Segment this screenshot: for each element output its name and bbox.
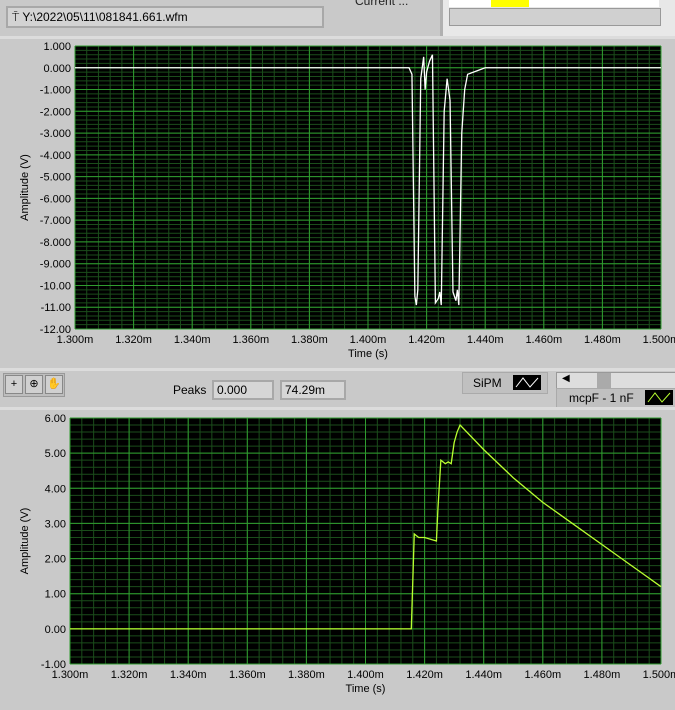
y-tick-label: -10.00 [40, 280, 71, 292]
x-tick-label: 1.420m [408, 334, 445, 346]
x-tick-label: 1.420m [406, 669, 443, 681]
y-tick-label: 0.000 [43, 63, 71, 75]
x-tick-label: 1.400m [347, 669, 384, 681]
x-tick-label: 1.500m [643, 669, 675, 681]
y-tick-label: 4.00 [45, 483, 66, 495]
table-control[interactable] [440, 0, 675, 36]
path-icon: ⍑ [12, 10, 23, 24]
y-tick-label: 1.000 [43, 41, 71, 53]
cursor-tool-icon[interactable]: + [5, 375, 23, 394]
graph-palette: + ⊕ ✋ [3, 373, 65, 397]
x-tick-label: 1.500m [643, 334, 675, 346]
y-tick-label: -1.00 [41, 659, 66, 671]
peaks-label: Peaks [173, 383, 207, 397]
y-tick-label: -12.00 [40, 324, 71, 336]
y-tick-label: 3.00 [45, 518, 66, 530]
x-tick-label: 1.400m [350, 334, 387, 346]
y-tick-label: -11.00 [41, 302, 71, 314]
x-tick-label: 1.360m [229, 669, 266, 681]
x-tick-label: 1.460m [525, 334, 562, 346]
y-tick-label: -1.000 [40, 85, 71, 97]
current-label: Current ... [355, 0, 409, 8]
graph-svg: 1.300m 1.320m 1.340m 1.360m 1.380m 1.400m 1.42… [19, 413, 675, 695]
waveform-graph-mcpf[interactable]: 1.300m 1.320m 1.340m 1.360m 1.380m 1.400m 1.42… [0, 410, 675, 707]
y-tick-label: -4.000 [40, 150, 71, 162]
x-tick-label: 1.460m [524, 669, 561, 681]
x-tick-label: 1.340m [174, 334, 211, 346]
graph-svg: 1.300m 1.320m 1.340m 1.360m 1.380m 1.400m 1.42… [19, 41, 675, 360]
zoom-tool-icon[interactable]: ⊕ [25, 375, 43, 394]
table-cells[interactable] [449, 0, 659, 7]
x-tick-label: 1.480m [584, 334, 621, 346]
legend-scrollbar[interactable]: ◀ [556, 372, 675, 389]
x-tick-label: 1.360m [232, 334, 269, 346]
divider [0, 368, 675, 371]
file-path-text: Y:\2022\05\11\081841.661.wfm [22, 10, 188, 24]
x-tick-label: 1.320m [115, 334, 152, 346]
scrollbar-thumb[interactable] [597, 373, 611, 388]
y-tick-label: -6.000 [40, 193, 71, 205]
y-tick-label: 5.00 [45, 448, 66, 460]
plot-legend-mcpf[interactable]: mcpF - 1 nF [556, 388, 675, 408]
scroll-left-arrow-icon[interactable]: ◀ [562, 373, 570, 384]
x-axis-label: Time (s) [348, 348, 388, 360]
x-tick-label: 1.320m [111, 669, 148, 681]
y-tick-label: -7.000 [40, 215, 71, 227]
y-axis-label: Amplitude (V) [19, 508, 31, 575]
y-tick-label: -2.000 [40, 106, 71, 118]
plot-legend-sipm[interactable]: SiPM [462, 372, 548, 394]
file-path-field[interactable]: ⍑ Y:\2022\05\11\081841.661.wfm [6, 6, 324, 28]
y-tick-label: -8.000 [40, 237, 71, 249]
white-line-icon [513, 375, 541, 390]
legend-label-mcpf: mcpF - 1 nF [569, 391, 634, 405]
x-tick-label: 1.440m [467, 334, 504, 346]
x-tick-label: 1.380m [288, 669, 325, 681]
x-axis-label: Time (s) [346, 683, 386, 695]
legend-label-sipm: SiPM [473, 376, 502, 390]
y-tick-label: 2.00 [45, 554, 66, 566]
green-line-icon [645, 390, 673, 405]
y-tick-label: -9.000 [40, 259, 71, 271]
y-tick-label: 6.00 [45, 413, 66, 425]
horizontal-scrollbar[interactable] [449, 8, 661, 26]
y-tick-label: 1.00 [45, 589, 66, 601]
x-tick-label: 1.340m [170, 669, 207, 681]
x-tick-label: 1.440m [465, 669, 502, 681]
y-tick-label: -5.000 [40, 172, 71, 184]
waveform-graph-sipm[interactable]: 1.300m 1.320m 1.340m 1.360m 1.380m 1.400m 1.42… [0, 40, 675, 368]
divider [0, 36, 675, 39]
y-tick-label: -3.000 [40, 128, 71, 140]
peaks-value-1[interactable]: 0.000 [212, 380, 274, 400]
highlighted-cell[interactable] [491, 0, 529, 7]
x-tick-label: 1.380m [291, 334, 328, 346]
pan-hand-icon[interactable]: ✋ [45, 375, 63, 394]
y-tick-label: 0.00 [45, 624, 66, 636]
peaks-value-2[interactable]: 74.29m [280, 380, 346, 400]
x-tick-label: 1.480m [584, 669, 621, 681]
y-axis-label: Amplitude (V) [19, 154, 31, 221]
